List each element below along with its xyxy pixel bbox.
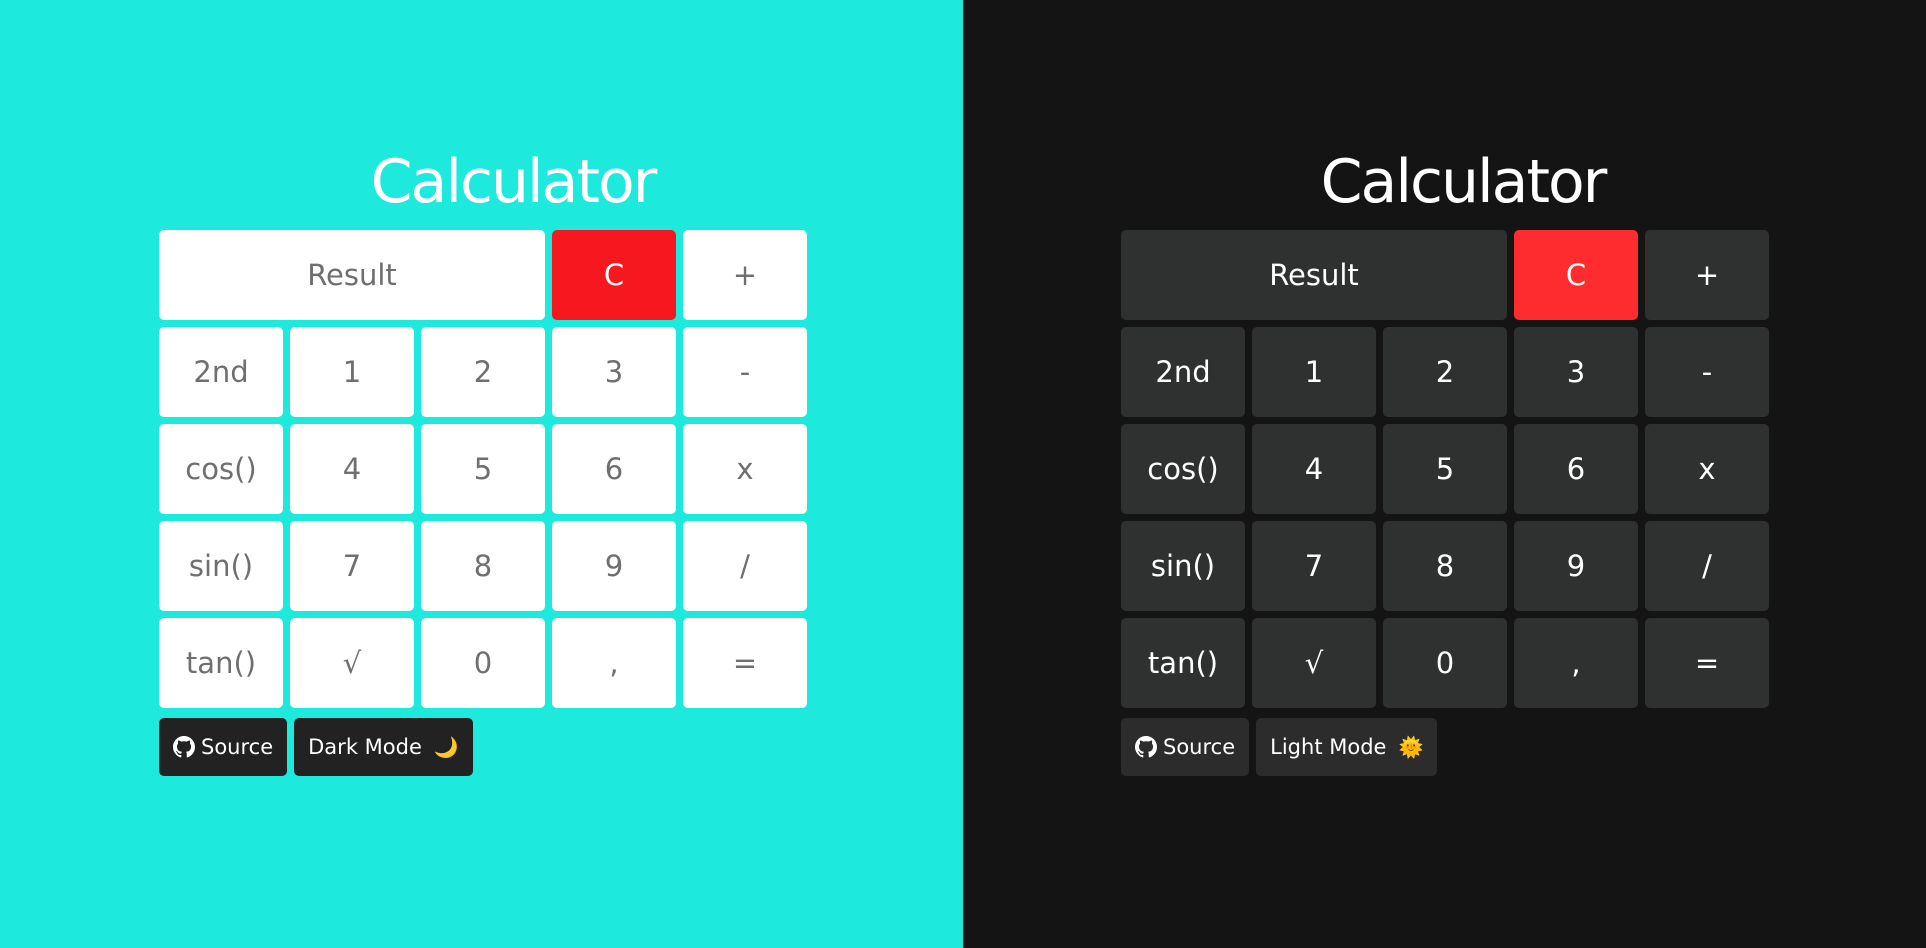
digit-3-button[interactable]: 3 bbox=[552, 327, 676, 417]
calculator-keypad: Result C + 2nd 1 2 3 - cos() 4 5 6 x sin… bbox=[1121, 230, 1769, 708]
mode-toggle-label: Light Mode bbox=[1270, 735, 1387, 759]
digit-4-button[interactable]: 4 bbox=[290, 424, 414, 514]
comma-button[interactable]: , bbox=[1514, 618, 1638, 708]
divide-button[interactable]: / bbox=[1645, 521, 1769, 611]
multiply-button[interactable]: x bbox=[683, 424, 807, 514]
screenshot-stage: Calculator Result C + 2nd 1 2 3 - cos() … bbox=[0, 0, 1926, 948]
divide-button[interactable]: / bbox=[683, 521, 807, 611]
sin-button[interactable]: sin() bbox=[1121, 521, 1245, 611]
result-display: Result bbox=[1121, 230, 1507, 320]
minus-button[interactable]: - bbox=[1645, 327, 1769, 417]
result-display: Result bbox=[159, 230, 545, 320]
clear-button[interactable]: C bbox=[1514, 230, 1638, 320]
second-function-button[interactable]: 2nd bbox=[1121, 327, 1245, 417]
light-theme-panel: Calculator Result C + 2nd 1 2 3 - cos() … bbox=[0, 0, 963, 948]
equals-button[interactable]: = bbox=[1645, 618, 1769, 708]
digit-2-button[interactable]: 2 bbox=[1383, 327, 1507, 417]
sqrt-button[interactable]: √ bbox=[1252, 618, 1376, 708]
comma-button[interactable]: , bbox=[552, 618, 676, 708]
digit-5-button[interactable]: 5 bbox=[1383, 424, 1507, 514]
digit-8-button[interactable]: 8 bbox=[421, 521, 545, 611]
plus-button[interactable]: + bbox=[683, 230, 807, 320]
sun-icon: 🌞 bbox=[1398, 735, 1424, 759]
digit-7-button[interactable]: 7 bbox=[290, 521, 414, 611]
equals-button[interactable]: = bbox=[683, 618, 807, 708]
digit-9-button[interactable]: 9 bbox=[1514, 521, 1638, 611]
digit-6-button[interactable]: 6 bbox=[552, 424, 676, 514]
github-icon bbox=[173, 736, 195, 758]
digit-7-button[interactable]: 7 bbox=[1252, 521, 1376, 611]
digit-2-button[interactable]: 2 bbox=[421, 327, 545, 417]
digit-1-button[interactable]: 1 bbox=[290, 327, 414, 417]
digit-0-button[interactable]: 0 bbox=[1383, 618, 1507, 708]
digit-3-button[interactable]: 3 bbox=[1514, 327, 1638, 417]
clear-button[interactable]: C bbox=[552, 230, 676, 320]
minus-button[interactable]: - bbox=[683, 327, 807, 417]
second-function-button[interactable]: 2nd bbox=[159, 327, 283, 417]
calculator-keypad: Result C + 2nd 1 2 3 - cos() 4 5 6 x sin… bbox=[159, 230, 807, 708]
digit-9-button[interactable]: 9 bbox=[552, 521, 676, 611]
multiply-button[interactable]: x bbox=[1645, 424, 1769, 514]
footer-actions: Source Dark Mode 🌙 bbox=[159, 718, 473, 776]
cos-button[interactable]: cos() bbox=[1121, 424, 1245, 514]
page-title: Calculator bbox=[1320, 147, 1608, 217]
tan-button[interactable]: tan() bbox=[159, 618, 283, 708]
github-icon bbox=[1135, 736, 1157, 758]
digit-1-button[interactable]: 1 bbox=[1252, 327, 1376, 417]
moon-icon: 🌙 bbox=[433, 735, 459, 759]
digit-4-button[interactable]: 4 bbox=[1252, 424, 1376, 514]
source-button[interactable]: Source bbox=[1121, 718, 1250, 776]
sqrt-button[interactable]: √ bbox=[290, 618, 414, 708]
light-mode-toggle[interactable]: Light Mode 🌞 bbox=[1256, 718, 1438, 776]
sin-button[interactable]: sin() bbox=[159, 521, 283, 611]
digit-5-button[interactable]: 5 bbox=[421, 424, 545, 514]
source-button[interactable]: Source bbox=[159, 718, 288, 776]
cos-button[interactable]: cos() bbox=[159, 424, 283, 514]
source-label: Source bbox=[201, 735, 274, 759]
digit-0-button[interactable]: 0 bbox=[421, 618, 545, 708]
tan-button[interactable]: tan() bbox=[1121, 618, 1245, 708]
source-label: Source bbox=[1163, 735, 1236, 759]
page-title: Calculator bbox=[370, 147, 658, 217]
mode-toggle-label: Dark Mode bbox=[308, 735, 422, 759]
digit-8-button[interactable]: 8 bbox=[1383, 521, 1507, 611]
digit-6-button[interactable]: 6 bbox=[1514, 424, 1638, 514]
dark-mode-toggle[interactable]: Dark Mode 🌙 bbox=[294, 718, 473, 776]
dark-theme-panel: Calculator Result C + 2nd 1 2 3 - cos() … bbox=[963, 0, 1926, 948]
plus-button[interactable]: + bbox=[1645, 230, 1769, 320]
footer-actions: Source Light Mode 🌞 bbox=[1121, 718, 1438, 776]
